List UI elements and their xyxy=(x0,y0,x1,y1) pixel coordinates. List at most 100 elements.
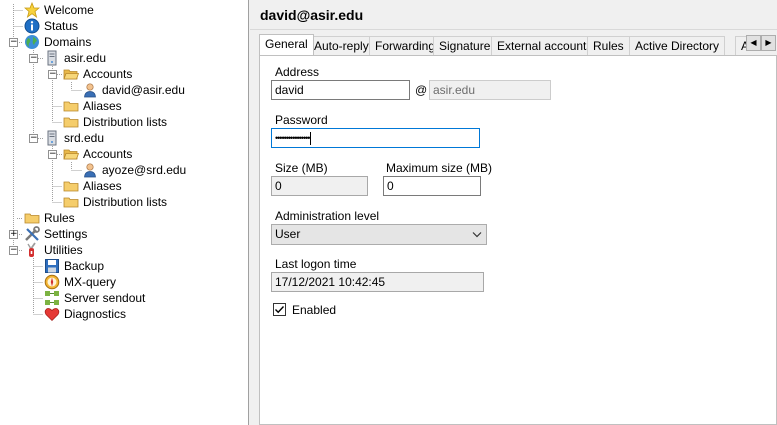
tree-item-label: Accounts xyxy=(83,147,133,161)
server-icon xyxy=(44,50,60,66)
folder-icon xyxy=(63,194,79,210)
tree-item-label: Distribution lists xyxy=(83,115,168,129)
floppy-disk-icon xyxy=(44,258,60,274)
tree-item-utilities[interactable]: Utilities xyxy=(24,242,83,258)
tree-item-label: Accounts xyxy=(83,67,133,81)
compass-icon xyxy=(44,274,60,290)
server-icon xyxy=(44,130,60,146)
info-icon xyxy=(24,18,40,34)
tab-scroll-right-button[interactable]: ▶ xyxy=(761,35,776,51)
asir-collapse-toggle[interactable]: − xyxy=(29,54,38,63)
size-label: Size (MB) xyxy=(275,161,328,175)
tree-item-label: Backup xyxy=(64,259,105,273)
tools-icon xyxy=(24,226,40,242)
tree-item-rules[interactable]: Rules xyxy=(24,210,75,226)
tree-item-account-ayoze[interactable]: ayoze@srd.edu xyxy=(82,162,186,178)
tree-item-asir-aliases[interactable]: Aliases xyxy=(63,98,122,114)
admin-level-select[interactable]: User xyxy=(271,224,487,245)
folder-icon xyxy=(63,114,79,130)
tree-item-domains[interactable]: Domains xyxy=(24,34,91,50)
heart-icon xyxy=(44,306,60,322)
asir-accounts-collapse-toggle[interactable]: − xyxy=(48,70,57,79)
chevron-down-icon xyxy=(472,225,482,250)
text-cursor xyxy=(310,132,312,146)
folder-icon xyxy=(63,98,79,114)
checkmark-icon xyxy=(275,306,285,314)
tree-item-label: david@asir.edu xyxy=(102,83,185,97)
at-sign-label: @ xyxy=(415,83,428,97)
tab-forwarding[interactable]: Forwarding xyxy=(369,36,442,55)
tree-item-label: Distribution lists xyxy=(83,195,168,209)
account-details-pane: david@asir.edu General Auto-reply Forwar… xyxy=(250,0,777,425)
settings-expand-toggle[interactable]: + xyxy=(9,230,18,239)
tree-item-backup[interactable]: Backup xyxy=(44,258,104,274)
password-label: Password xyxy=(275,113,328,127)
general-tab-panel: Address david @ asir.edu Password ••••••… xyxy=(259,55,777,425)
tree-item-label: Welcome xyxy=(44,3,94,17)
tree-item-label: Rules xyxy=(44,211,75,225)
tree-item-label: MX-query xyxy=(64,275,117,289)
address-label: Address xyxy=(275,65,320,79)
tree-item-label: asir.edu xyxy=(64,51,107,65)
tree-item-diagnostics[interactable]: Diagnostics xyxy=(44,306,126,322)
tree-item-label: Aliases xyxy=(83,179,122,193)
max-size-label: Maximum size (MB) xyxy=(386,161,493,175)
tab-external-accounts[interactable]: External accounts xyxy=(491,36,599,55)
globe-icon xyxy=(24,34,40,50)
tree-item-status[interactable]: Status xyxy=(24,18,78,34)
tree-item-label: Status xyxy=(44,19,79,33)
tree-item-mx-query[interactable]: MX-query xyxy=(44,274,116,290)
network-icon xyxy=(44,290,60,306)
tree-item-label: Diagnostics xyxy=(64,307,127,321)
user-icon xyxy=(82,162,98,178)
max-size-input[interactable]: 0 xyxy=(383,176,481,196)
tree-item-label: srd.edu xyxy=(64,131,105,145)
tab-rules[interactable]: Rules xyxy=(587,36,630,55)
tree-item-label: Domains xyxy=(44,35,92,49)
tree-item-server-sendout[interactable]: Server sendout xyxy=(44,290,145,306)
tree-item-label: Utilities xyxy=(44,243,83,257)
tree-item-welcome[interactable]: Welcome xyxy=(23,1,94,19)
tree-item-settings[interactable]: Settings xyxy=(24,226,87,242)
last-logon-label: Last logon time xyxy=(275,257,357,271)
password-input[interactable]: •••••••••••••••• xyxy=(271,128,480,148)
tree-item-srd-distribution-lists[interactable]: Distribution lists xyxy=(63,194,167,210)
domain-field: asir.edu xyxy=(429,80,551,100)
enabled-checkbox[interactable] xyxy=(273,303,286,316)
srd-collapse-toggle[interactable]: − xyxy=(29,134,38,143)
tree-item-label: ayoze@srd.edu xyxy=(102,163,187,177)
navigation-tree[interactable]: − − − − − + − Welcome Status Domains asi… xyxy=(0,0,249,425)
folder-open-icon xyxy=(63,66,80,82)
address-input[interactable]: david xyxy=(271,80,410,100)
tab-scroll-buttons: ◀ ▶ xyxy=(746,35,776,51)
tab-scroll-left-button[interactable]: ◀ xyxy=(746,35,761,51)
tab-strip: General Auto-reply Forwarding Signature … xyxy=(259,34,767,55)
swiss-knife-icon xyxy=(24,242,40,258)
tree-item-label: Settings xyxy=(44,227,88,241)
tab-general[interactable]: General xyxy=(259,34,314,55)
srd-accounts-collapse-toggle[interactable]: − xyxy=(48,150,57,159)
folder-open-icon xyxy=(63,146,80,162)
domains-collapse-toggle[interactable]: − xyxy=(9,38,18,47)
tree-item-domain-asir[interactable]: asir.edu xyxy=(44,50,106,66)
tab-active-directory[interactable]: Active Directory xyxy=(629,36,726,55)
size-field: 0 xyxy=(271,176,368,196)
tree-item-label: Server sendout xyxy=(64,291,146,305)
tree-item-asir-distribution-lists[interactable]: Distribution lists xyxy=(63,114,167,130)
tree-item-asir-accounts[interactable]: Accounts xyxy=(63,66,132,82)
utilities-collapse-toggle[interactable]: − xyxy=(9,246,18,255)
folder-icon xyxy=(24,210,40,226)
tree-item-account-david[interactable]: david@asir.edu xyxy=(82,82,185,98)
enabled-label[interactable]: Enabled xyxy=(292,303,336,317)
tree-item-domain-srd[interactable]: srd.edu xyxy=(44,130,104,146)
folder-icon xyxy=(63,178,79,194)
pane-header: david@asir.edu xyxy=(250,0,777,30)
tab-auto-reply[interactable]: Auto-reply xyxy=(308,36,375,55)
tree-item-srd-accounts[interactable]: Accounts xyxy=(63,146,132,162)
password-mask: •••••••••••••••• xyxy=(275,133,310,143)
admin-level-label: Administration level xyxy=(275,209,380,223)
admin-level-value: User xyxy=(275,227,301,241)
tree-item-srd-aliases[interactable]: Aliases xyxy=(63,178,122,194)
user-icon xyxy=(82,82,98,98)
tab-signature[interactable]: Signature xyxy=(433,36,497,55)
